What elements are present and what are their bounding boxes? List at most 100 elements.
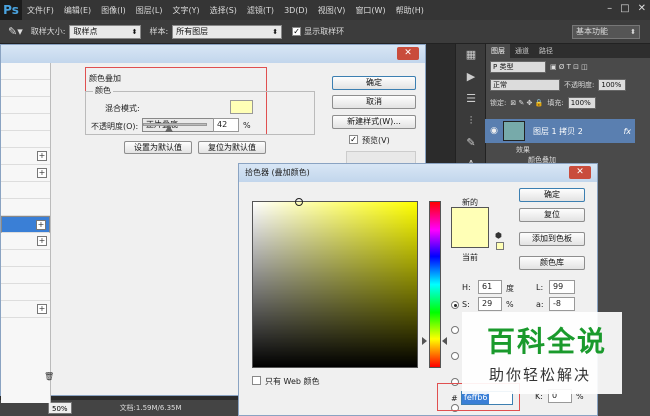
menu-filter[interactable]: 滤镜(T) <box>242 5 279 16</box>
new-style-button[interactable]: 新建样式(W)... <box>332 115 416 129</box>
close-icon[interactable]: ✕ <box>569 166 591 179</box>
list-item[interactable] <box>1 199 50 216</box>
list-item[interactable] <box>1 131 50 148</box>
sliders-icon[interactable]: ⫶ <box>456 110 486 132</box>
list-item[interactable]: + <box>1 165 50 182</box>
adjust-icon[interactable]: ☰ <box>456 88 486 110</box>
arrange-icon[interactable]: ▦ <box>456 44 486 66</box>
list-item[interactable] <box>1 97 50 114</box>
h-label: H: <box>462 283 471 292</box>
cube-icon[interactable]: ⬢ <box>495 231 502 240</box>
brush-icon[interactable]: ✎ <box>456 132 486 154</box>
lock-icons[interactable]: ⊠ ✎ ✥ 🔒 <box>510 99 543 107</box>
layer-row[interactable]: ◉ 图层 1 拷贝 2 fx <box>485 119 635 143</box>
document-size[interactable]: 文档:1.59M/6.35M <box>120 403 182 413</box>
menu-window[interactable]: 窗口(W) <box>350 5 390 16</box>
tab-layers[interactable]: 图层 <box>486 44 510 58</box>
eyedropper-icon[interactable]: ✎▾ <box>8 25 23 38</box>
menu-image[interactable]: 图像(I) <box>96 5 131 16</box>
show-ring-label: 显示取样环 <box>304 27 345 36</box>
list-item[interactable]: + <box>1 148 50 165</box>
sample-select[interactable]: 所有图层 ⬍ <box>172 24 283 39</box>
ok-button[interactable]: 确定 <box>332 76 416 90</box>
close-icon[interactable]: ✕ <box>638 3 646 14</box>
filter-icons[interactable]: ▣ Ø T ⊡ ◫ <box>550 63 588 71</box>
menu-file[interactable]: 文件(F) <box>22 5 59 16</box>
menu-select[interactable]: 选择(S) <box>205 5 242 16</box>
reset-default-button[interactable]: 复位为默认值 <box>198 141 266 154</box>
h-input[interactable]: 61 <box>478 280 502 294</box>
blend-mode-select[interactable]: 正常 <box>490 79 560 91</box>
overlay-color-swatch[interactable] <box>230 100 253 114</box>
set-default-button[interactable]: 设置为默认值 <box>124 141 192 154</box>
list-item[interactable]: + <box>1 233 50 250</box>
web-only-label: 只有 Web 颜色 <box>265 377 320 386</box>
list-item-selected[interactable]: + <box>1 216 50 233</box>
zoom-level[interactable]: 50% <box>48 402 72 414</box>
ok-button[interactable]: 确定 <box>519 188 585 202</box>
h-radio[interactable] <box>451 301 459 309</box>
menu-type[interactable]: 文字(Y) <box>167 5 204 16</box>
list-item[interactable] <box>1 80 50 97</box>
sample-label: 样本: <box>149 27 169 36</box>
l-input[interactable]: 99 <box>549 280 575 294</box>
chevron-down-icon: ⬍ <box>630 27 636 36</box>
list-item[interactable] <box>1 284 50 301</box>
fill-field[interactable]: 100% <box>567 97 596 109</box>
layer-name: 图层 1 拷贝 2 <box>533 126 583 136</box>
b-radio[interactable] <box>451 352 459 360</box>
opacity-slider-thumb[interactable] <box>165 125 173 132</box>
sample-size-select[interactable]: 取样点 ⬍ <box>69 24 142 39</box>
tab-paths[interactable]: 路径 <box>534 44 558 58</box>
color-libraries-button[interactable]: 颜色库 <box>519 256 585 270</box>
show-ring-checkbox[interactable]: ✓ <box>292 27 302 36</box>
websafe-swatch[interactable] <box>496 242 504 250</box>
add-icon[interactable]: + <box>37 236 47 246</box>
layer-thumbnail <box>503 121 525 141</box>
hue-arrow-left-icon[interactable] <box>422 337 427 345</box>
visibility-eye-icon[interactable]: ◉ <box>485 126 503 136</box>
cancel-button[interactable]: 取消 <box>332 95 416 109</box>
maximize-icon[interactable]: □ <box>620 3 629 14</box>
list-item[interactable] <box>1 267 50 284</box>
reset-button[interactable]: 复位 <box>519 208 585 222</box>
opacity-slider[interactable] <box>143 123 207 126</box>
add-icon[interactable]: + <box>36 220 46 230</box>
hue-slider[interactable] <box>429 201 441 368</box>
menu-view[interactable]: 视图(V) <box>313 5 351 16</box>
layer-style-titlebar[interactable]: ✕ <box>1 45 425 63</box>
list-item[interactable] <box>1 250 50 267</box>
fx-icon[interactable]: fx <box>623 127 631 136</box>
menu-edit[interactable]: 编辑(E) <box>59 5 96 16</box>
layer-kind-filter[interactable]: P 类型 <box>490 61 546 73</box>
list-item[interactable] <box>1 63 50 80</box>
s-radio[interactable] <box>451 326 459 334</box>
s-input[interactable]: 29 <box>478 297 502 311</box>
add-icon[interactable]: + <box>37 151 47 161</box>
list-item[interactable] <box>1 182 50 199</box>
color-subtitle: 颜色 <box>93 85 113 96</box>
add-icon[interactable]: + <box>37 168 47 178</box>
color-field-cursor[interactable] <box>295 198 303 206</box>
minimize-icon[interactable]: – <box>607 3 612 14</box>
menu-help[interactable]: 帮助(H) <box>391 5 429 16</box>
add-icon[interactable]: + <box>37 304 47 314</box>
a-input[interactable]: -8 <box>549 297 575 311</box>
menu-3d[interactable]: 3D(D) <box>279 6 313 15</box>
tab-channels[interactable]: 通道 <box>510 44 534 58</box>
list-item[interactable]: + <box>1 301 50 318</box>
menu-layer[interactable]: 图层(L) <box>131 5 168 16</box>
workspace-select[interactable]: 基本功能 ⬍ <box>572 24 640 39</box>
color-field[interactable] <box>252 201 418 368</box>
web-only-checkbox[interactable] <box>252 376 261 385</box>
close-icon[interactable]: ✕ <box>397 47 419 60</box>
trash-icon[interactable]: 🗑 <box>44 372 54 381</box>
opacity-field[interactable]: 100% <box>598 79 627 91</box>
hue-arrow-right-icon[interactable] <box>442 337 447 345</box>
list-item[interactable] <box>1 114 50 131</box>
color-picker-titlebar[interactable]: 拾色器 (叠加颜色) ✕ <box>239 164 597 182</box>
add-to-swatches-button[interactable]: 添加到色板 <box>519 232 585 246</box>
play-icon[interactable]: ▶ <box>456 66 486 88</box>
opacity-input[interactable]: 42 <box>213 118 239 132</box>
preview-checkbox[interactable]: ✓ <box>349 135 358 144</box>
